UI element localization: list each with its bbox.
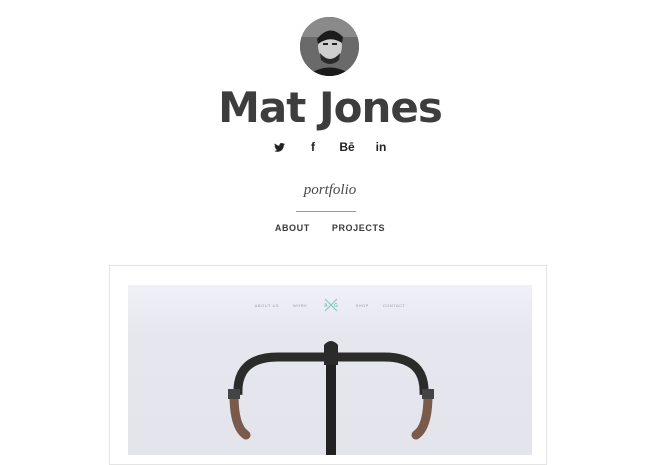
tagline: portfolio: [303, 182, 357, 198]
preview-nav-contact: CONTACT: [382, 302, 406, 308]
linkedin-icon[interactable]: in: [372, 140, 390, 154]
project-preview-image[interactable]: ABOUT US WORK A G SHOP CONTACT: [128, 285, 532, 455]
preview-nav-work: WORK: [293, 302, 308, 308]
project-card[interactable]: ABOUT US WORK A G SHOP CONTACT: [109, 265, 547, 465]
nav-about-link[interactable]: ABOUT: [275, 223, 310, 233]
behance-icon[interactable]: Bē: [338, 140, 356, 154]
avatar[interactable]: [300, 17, 359, 76]
preview-nav: ABOUT US WORK A G SHOP CONTACT: [128, 297, 532, 313]
preview-logo-icon: A G: [324, 298, 338, 312]
main-nav: ABOUT PROJECTS: [0, 223, 660, 233]
nav-projects-link[interactable]: PROJECTS: [332, 223, 385, 233]
preview-nav-shop: SHOP: [355, 302, 369, 308]
preview-nav-about: ABOUT US: [254, 302, 280, 308]
profile-name: Mat Jones: [218, 83, 443, 132]
avatar-portrait-icon: [300, 17, 359, 76]
facebook-icon[interactable]: f: [304, 140, 322, 154]
preview-logo-letter-g: G: [334, 303, 338, 309]
social-links: f Bē in: [0, 139, 660, 155]
divider: [296, 211, 356, 212]
twitter-icon[interactable]: [270, 140, 288, 154]
preview-logo-letter-a: A: [324, 303, 328, 309]
